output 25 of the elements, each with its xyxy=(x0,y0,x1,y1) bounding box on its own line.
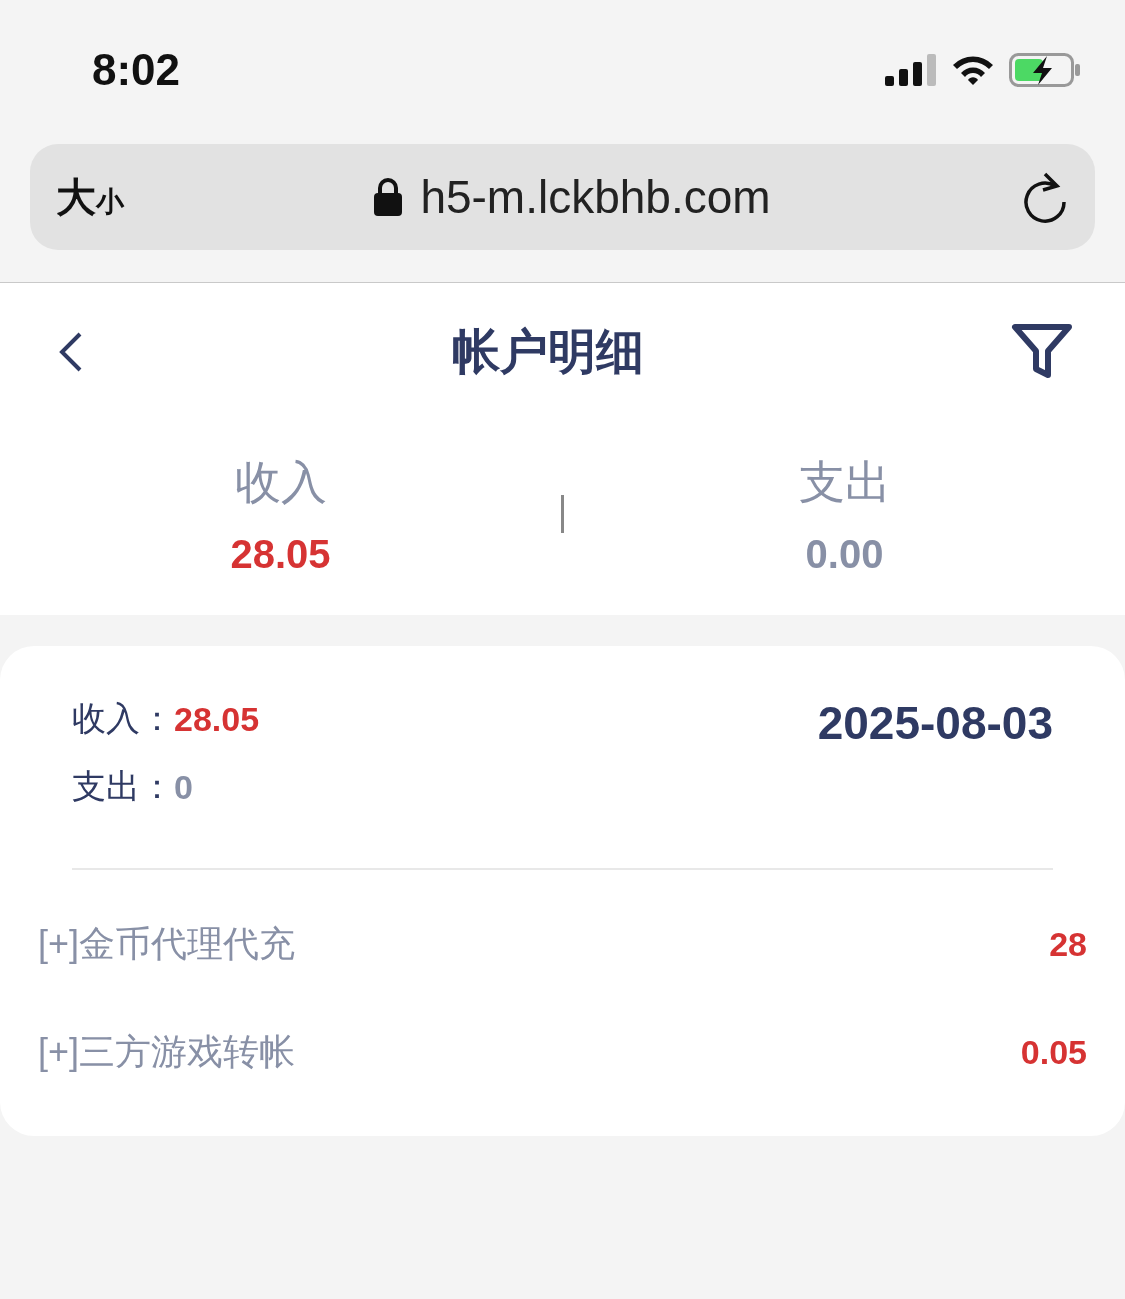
entry-amount: 0.05 xyxy=(1020,1032,1087,1072)
signal-icon xyxy=(885,54,937,86)
entry-label: [+]金币代理代充 xyxy=(38,921,296,966)
status-time: 8:02 xyxy=(92,45,181,95)
income-label: 收入： xyxy=(72,698,174,739)
wifi-icon xyxy=(951,54,995,86)
back-icon[interactable] xyxy=(58,331,84,373)
date-text: 2025-08-03 xyxy=(817,696,1053,751)
url-text: h5-m.lckbhb.com xyxy=(420,170,771,224)
page-title: 帐户明细 xyxy=(451,324,644,380)
lock-icon xyxy=(374,178,403,216)
text-size-button[interactable]: 大小 xyxy=(56,169,124,225)
filter-icon[interactable] xyxy=(1011,323,1073,381)
entry-label: [+]三方游戏转帐 xyxy=(38,1029,296,1074)
income-amount: 28.05 xyxy=(174,699,260,739)
summary-label: 收入 xyxy=(234,454,327,510)
expense-amount: 0 xyxy=(174,767,193,807)
summary-amount: 28.05 xyxy=(230,531,331,577)
reload-icon[interactable] xyxy=(1021,170,1069,224)
battery-charging-icon xyxy=(1009,53,1081,87)
summary-amount: 0.00 xyxy=(805,531,884,577)
address-bar[interactable]: 大小 h5-m.lckbhb.com xyxy=(30,144,1095,250)
entry-amount: 28 xyxy=(1049,924,1087,964)
expense-label: 支出： xyxy=(72,766,174,807)
summary-label: 支出 xyxy=(798,454,891,510)
